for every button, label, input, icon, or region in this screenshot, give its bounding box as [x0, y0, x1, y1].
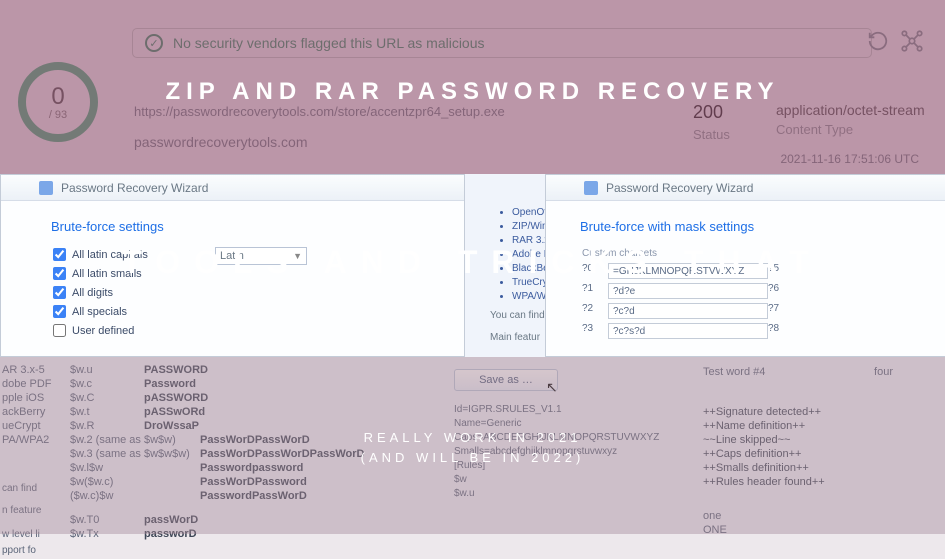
- mask-input-0[interactable]: [608, 263, 768, 279]
- charset-col-header: Custom charsets: [582, 248, 802, 259]
- brute-force-heading: Brute-force settings: [51, 219, 434, 234]
- wizard-panels: Password Recovery Wizard Brute-force set…: [0, 174, 945, 357]
- rules-panel: AR 3.x-5dobe PDFpple iOS ackBerryueCrypt…: [0, 357, 945, 534]
- wizard-left-title: Password Recovery Wizard: [1, 175, 464, 201]
- check-latin-smalls[interactable]: All latin smalls: [53, 267, 434, 280]
- check-specials[interactable]: All specials: [53, 305, 434, 318]
- virustotal-panel: 0 / 93 ✓ No security vendors flagged thi…: [0, 0, 945, 174]
- check-user-defined[interactable]: User defined: [53, 324, 434, 337]
- wizard-app-icon: [584, 181, 598, 195]
- chevron-down-icon: ▼: [293, 251, 302, 261]
- mask-heading: Brute-force with mask settings: [580, 219, 945, 234]
- mask-input-2[interactable]: [608, 303, 768, 319]
- language-dropdown[interactable]: Latin▼: [215, 247, 307, 265]
- mask-grid: Custom charsets ?0?5 ?1?6 ?2?7 ?3?8: [582, 248, 945, 339]
- aux-text-1: You can find: [490, 310, 545, 321]
- mask-input-3[interactable]: [608, 323, 768, 339]
- wizard-right: Password Recovery Wizard Brute-force wit…: [545, 174, 945, 357]
- aux-text-2: Main featur: [490, 332, 540, 343]
- wizard-app-icon: [39, 181, 53, 195]
- mask-input-1[interactable]: [608, 283, 768, 299]
- check-digits[interactable]: All digits: [53, 286, 434, 299]
- wizard-right-title: Password Recovery Wizard: [546, 175, 945, 201]
- wizard-left: Password Recovery Wizard Brute-force set…: [0, 174, 465, 357]
